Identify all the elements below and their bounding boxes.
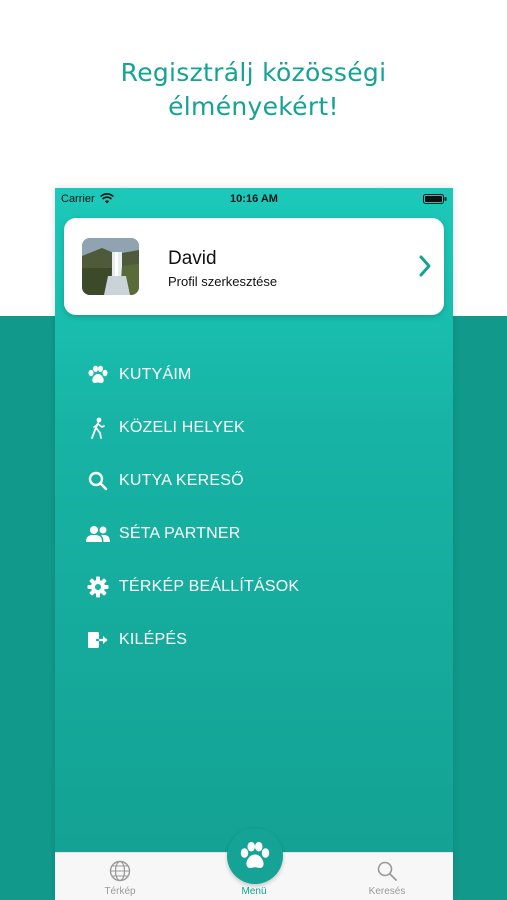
gear-icon [85, 575, 111, 599]
users-icon [85, 522, 111, 546]
status-time: 10:16 AM [230, 193, 278, 205]
search-icon [377, 861, 397, 881]
avatar-landscape-image [82, 238, 139, 295]
promo-headline: Regisztrálj közösségi élményekért! [0, 56, 507, 124]
search-icon [85, 469, 111, 493]
paw-icon [240, 841, 270, 868]
tab-label: Térkép [104, 886, 136, 897]
headline-line-1: Regisztrálj közösségi [120, 58, 387, 87]
profile-card[interactable]: David Profil szerkesztése [64, 218, 444, 315]
menu-item-kilepes[interactable]: KILÉPÉS [85, 625, 405, 655]
globe-icon [109, 860, 131, 882]
menu-item-label: KILÉPÉS [119, 631, 188, 648]
menu-item-label: KUTYA KERESŐ [119, 472, 244, 489]
menu-item-label: TÉRKÉP BEÁLLÍTÁSOK [119, 578, 300, 595]
tab-label: Menü [241, 886, 267, 897]
paw-icon [85, 363, 111, 387]
menu-item-terkep-beallitasok[interactable]: TÉRKÉP BEÁLLÍTÁSOK [85, 572, 405, 602]
menu-item-kutya-kereso[interactable]: KUTYA KERESŐ [85, 466, 405, 496]
tab-kereses[interactable]: Keresés [337, 853, 437, 900]
battery-icon [423, 194, 447, 204]
menu-item-kutyaim[interactable]: KUTYÁIM [85, 360, 405, 390]
profile-name: David [168, 248, 217, 269]
menu-item-seta-partner[interactable]: SÉTA PARTNER [85, 519, 405, 549]
status-bar: Carrier 10:16 AM [55, 188, 453, 210]
edit-profile-link[interactable]: Profil szerkesztése [168, 274, 277, 289]
menu-item-kozeli-helyek[interactable]: KÖZELI HELYEK [85, 413, 405, 443]
tab-terkep[interactable]: Térkép [70, 853, 170, 900]
menu-fab-button[interactable] [227, 828, 283, 884]
headline-line-2: élményekért! [168, 92, 339, 121]
chevron-right-icon[interactable] [418, 254, 432, 278]
menu-item-label: KUTYÁIM [119, 366, 192, 383]
menu-item-label: SÉTA PARTNER [119, 525, 241, 542]
logout-icon [85, 628, 111, 652]
phone-screen: Carrier 10:16 AM David Profil szerkeszté… [55, 188, 453, 900]
avatar [82, 238, 139, 295]
walking-person-icon [85, 416, 111, 440]
tab-label: Keresés [368, 886, 406, 897]
menu-item-label: KÖZELI HELYEK [119, 419, 245, 436]
